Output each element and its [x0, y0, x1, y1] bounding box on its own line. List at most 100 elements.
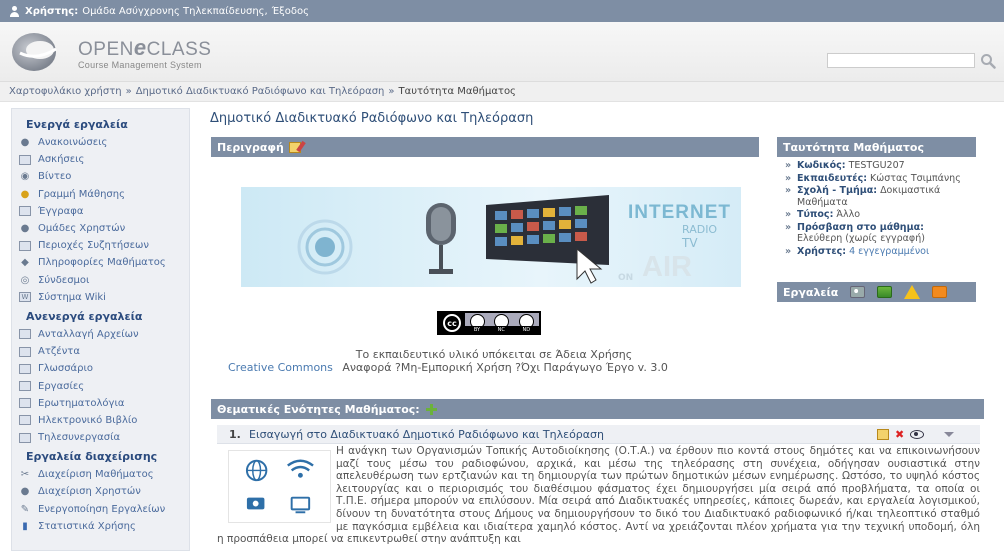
edit-unit-icon[interactable] — [877, 429, 889, 440]
logo-title-open: OPEN — [78, 39, 134, 60]
unit-thumbnail-image — [228, 450, 331, 523]
license-details: Creative Commons Αναφορά ?Μη-Εμπορική Χρ… — [228, 361, 668, 374]
user-name-link[interactable]: Ομάδα Ασύγχρονης Τηλεκπαίδευσης — [82, 6, 264, 17]
visibility-icon[interactable] — [910, 430, 925, 439]
sidebar-item-ebook[interactable]: Ηλεκτρονικό Βιβλίο — [12, 412, 189, 429]
video-icon: ◉ — [20, 171, 30, 183]
sidebar-item-label: Εργασίες — [38, 380, 85, 392]
identity-code-row: » Κωδικός: TESTGU207 — [785, 160, 970, 172]
sidebar-item-label: Ενεργοποίηση Εργαλείων — [38, 503, 166, 515]
favorite-star-icon[interactable] — [904, 285, 921, 299]
sidebar-item-links[interactable]: ◎ Σύνδεσμοι — [12, 272, 189, 289]
unit-number: 1. — [229, 427, 241, 441]
identity-instructors-row: » Εκπαιδευτές: Κώστας Τσιμπάνης — [785, 173, 970, 185]
identity-users-link[interactable]: 4 εγγεγραμμένοι — [849, 246, 929, 257]
breadcrumb-separator: » — [388, 86, 395, 97]
sidebar-item-groups[interactable]: ● Ομάδες Χρηστών — [12, 220, 189, 237]
identity-code-label: Κωδικός: — [797, 160, 846, 171]
wrench-icon: ✂ — [20, 469, 30, 481]
stats-icon: ▮ — [22, 520, 28, 532]
logout-link[interactable]: Έξοδος — [272, 6, 309, 17]
move-down-icon[interactable] — [944, 432, 955, 437]
cc-by-label: BY — [473, 326, 481, 333]
user-label: Χρήστης: — [25, 5, 79, 17]
search-input[interactable] — [827, 53, 975, 68]
sidebar-item-user-admin[interactable]: ● Διαχείριση Χρηστών — [12, 483, 189, 500]
description-bar: Περιγραφή — [211, 137, 759, 157]
description-label: Περιγραφή — [217, 140, 284, 154]
wiki-icon: W — [19, 292, 31, 303]
cc-nd-label: ND — [522, 326, 531, 333]
search-icon[interactable] — [980, 53, 996, 69]
identity-users-label: Χρήστες: — [797, 245, 847, 257]
unit-description: Η ανάγκη των Οργανισμών Τοπικής Αυτοδιοί… — [217, 445, 980, 546]
users-tool-icon[interactable] — [850, 286, 866, 298]
sidebar-item-learning-path[interactable]: ● Γραμμή Μάθησης — [12, 186, 189, 203]
sidebar-item-glossary[interactable]: Γλωσσάριο — [12, 360, 189, 377]
tools-activate-icon: ✎ — [20, 503, 30, 515]
unit-title-link[interactable]: Εισαγωγή στο Διαδικτυακό Δημοτικό Ραδιόφ… — [249, 428, 604, 441]
course-identity-title: Ταυτότητα Μαθήματος — [783, 140, 924, 154]
edit-description-icon[interactable] — [288, 141, 301, 153]
license-type: Αναφορά ?Μη-Εμπορική Χρήση ?Όχι Παράγωγο… — [342, 361, 668, 374]
sidebar-item-exercises[interactable]: Ασκήσεις — [12, 151, 189, 168]
image-tool-icon[interactable] — [877, 286, 893, 298]
cc-logo-mark: cc — [443, 314, 461, 332]
conference-icon — [19, 432, 31, 443]
sidebar-item-conference[interactable]: Τηλεσυνεργασία — [12, 429, 189, 446]
sidebar-item-video[interactable]: ◉ Βίντεο — [12, 168, 189, 185]
logo-text: OPENeCLASS Course Management System — [78, 35, 211, 70]
link-icon: ◎ — [20, 274, 30, 286]
logo-title-e: e — [133, 35, 147, 60]
sidebar-item-label: Ηλεκτρονικό Βιβλίο — [38, 414, 138, 426]
sidebar-item-wiki[interactable]: W Σύστημα Wiki — [12, 289, 189, 306]
users-icon: ● — [20, 486, 30, 498]
creative-commons-link[interactable]: Creative Commons — [228, 361, 333, 374]
sidebar-item-file-exchange[interactable]: Ανταλλαγή Αρχείων — [12, 326, 189, 343]
sidebar-item-label: Πληροφορίες Μαθήματος — [38, 257, 166, 269]
openeclass-logo-icon[interactable] — [10, 31, 62, 73]
rss-icon[interactable] — [932, 286, 948, 298]
sidebar-item-label: Τηλεσυνεργασία — [38, 432, 121, 444]
cc-nc-label: NC — [497, 326, 505, 333]
bullet: » — [785, 221, 792, 233]
breadcrumb-course[interactable]: Δημοτικό Διαδικτυακό Ραδιόφωνο και Τηλεό… — [136, 86, 385, 97]
cc-logo: cc — [439, 313, 465, 333]
user-bar: Χρήστης: Ομάδα Ασύγχρονης Τηλεκπαίδευσης… — [0, 0, 1004, 22]
groups-icon: ● — [20, 223, 30, 235]
sidebar-item-label: Γλωσσάριο — [38, 363, 93, 375]
logo-subtitle: Course Management System — [78, 60, 202, 70]
add-unit-icon[interactable] — [425, 403, 437, 415]
sidebar-inactive-title: Ανενεργά εργαλεία — [26, 309, 143, 323]
cc-license-badge[interactable]: cc BY NC ND — [437, 311, 541, 335]
questionnaire-icon — [19, 398, 31, 409]
license-text: Το εκπαιδευτικό υλικό υπόκειται σε Άδεια… — [355, 348, 633, 361]
sidebar-item-stats[interactable]: ▮ Στατιστικά Χρήσης — [12, 518, 189, 535]
identity-instructors-value: Κώστας Τσιμπάνης — [870, 172, 961, 184]
identity-school-row: » Σχολή - Τμήμα: Δοκιμαστικά Μαθήματα — [785, 185, 970, 208]
learning-path-icon: ● — [20, 188, 30, 200]
sidebar-item-course-info[interactable]: ◆ Πληροφορίες Μαθήματος — [12, 254, 189, 271]
sidebar-item-label: Ατζέντα — [38, 346, 80, 358]
folder-icon — [19, 206, 31, 217]
sidebar-item-label: Έγγραφα — [38, 205, 84, 217]
sidebar-item-forums[interactable]: Περιοχές Συζητήσεων — [12, 237, 189, 254]
glossary-icon — [19, 363, 31, 374]
sidebar-item-documents[interactable]: Έγγραφα — [12, 203, 189, 220]
sidebar-item-assignments[interactable]: Εργασίες — [12, 377, 189, 394]
sidebar-item-questionnaires[interactable]: Ερωτηματολόγια — [12, 395, 189, 412]
delete-unit-icon[interactable]: ✖ — [895, 429, 904, 440]
breadcrumb-portfolio[interactable]: Χαρτοφυλάκιο χρήστη — [9, 86, 122, 97]
sidebar-item-label: Στατιστικά Χρήσης — [38, 520, 136, 532]
sidebar-item-calendar[interactable]: Ατζέντα — [12, 343, 189, 360]
sidebar-item-tools-activate[interactable]: ✎ Ενεργοποίηση Εργαλείων — [12, 501, 189, 518]
sidebar-item-label: Σύνδεσμοι — [38, 274, 90, 286]
sidebar-item-course-admin[interactable]: ✂ Διαχείριση Μαθήματος — [12, 466, 189, 483]
sidebar-item-label: Διαχείριση Μαθήματος — [38, 469, 154, 481]
course-banner-image: INTERNET RADIO TV ON AIR — [241, 187, 741, 287]
sidebar-item-label: Βίντεο — [38, 171, 72, 183]
identity-type-row: » Τύπος: Άλλο — [785, 209, 970, 221]
identity-access-value: Ελεύθερη (χωρίς εγγραφή) — [797, 233, 925, 244]
sidebar-item-announcements[interactable]: ● Ανακοινώσεις — [12, 134, 189, 151]
breadcrumb-current: Ταυτότητα Μαθήματος — [398, 86, 516, 97]
